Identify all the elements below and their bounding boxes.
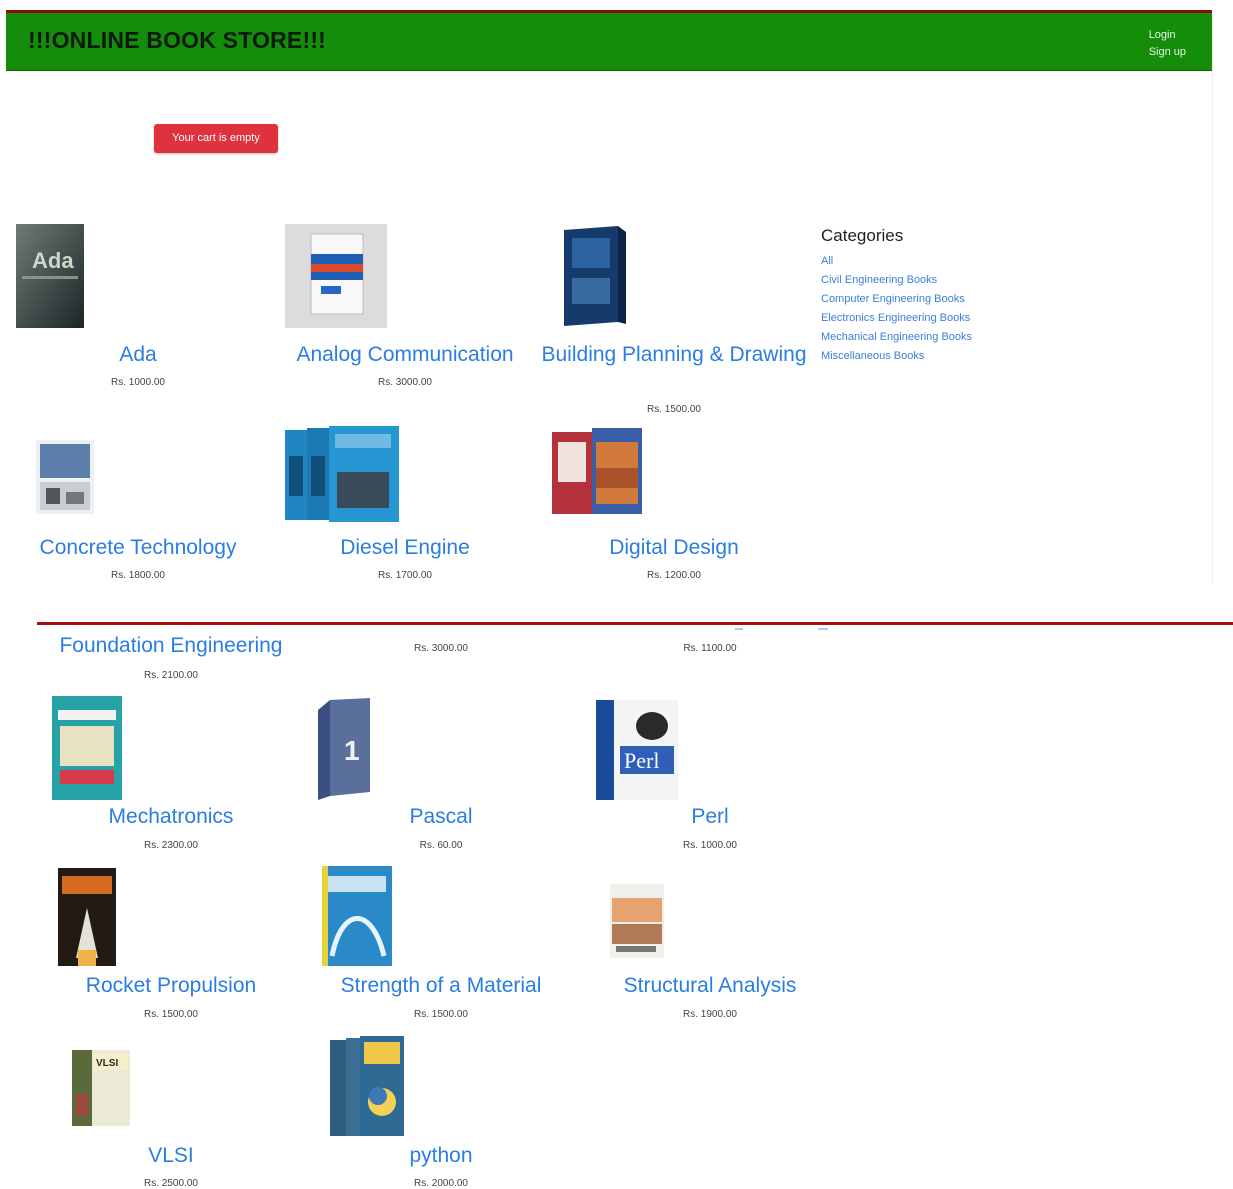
categories-heading: Categories [821, 226, 904, 245]
building-planning-cover-image[interactable] [560, 224, 634, 328]
digital-design-cover-image[interactable] [552, 428, 644, 518]
signup-link[interactable]: Sign up [1149, 44, 1186, 61]
book-card-rocket-propulsion[interactable]: Rocket Propulsion Rs. 1500.00 [36, 866, 306, 1026]
book-title[interactable]: VLSI [36, 1142, 306, 1169]
book-card-concrete-technology[interactable]: Concrete Technology Rs. 1800.00 [6, 420, 270, 581]
book-title[interactable]: Building Planning & Drawing [540, 341, 808, 368]
cut-off-title-fragment [735, 628, 743, 630]
book-card-python[interactable]: python Rs. 2000.00 [306, 1036, 576, 1189]
category-link-miscellaneous[interactable]: Miscellaneous Books [821, 347, 972, 366]
strength-of-material-cover-image[interactable] [322, 866, 392, 966]
concrete-technology-cover-image[interactable] [36, 440, 94, 514]
book-card-analog-communication[interactable]: Analog Communication Rs. 3000.00 [270, 224, 540, 394]
svg-text:1: 1 [344, 735, 360, 766]
category-link-computer[interactable]: Computer Engineering Books [821, 290, 972, 309]
book-title[interactable]: Structural Analysis [576, 972, 844, 999]
book-card-vlsi[interactable]: VLSI VLSI Rs. 2500.00 [36, 1036, 306, 1189]
perl-cover-image[interactable]: Perl [596, 700, 680, 800]
book-card-digital-design[interactable]: Digital Design Rs. 1200.00 [540, 420, 808, 581]
book-price: Rs. 1500.00 [144, 1009, 198, 1020]
svg-text:Perl: Perl [624, 748, 659, 773]
book-title[interactable]: Rocket Propulsion [36, 972, 306, 999]
book-card-strength-of-material[interactable]: Strength of a Material Rs. 1500.00 [306, 866, 576, 1026]
book-title[interactable]: Perl [576, 803, 844, 830]
book-card-cut-off[interactable]: Rs. 1100.00 [576, 632, 844, 684]
pascal-cover-image[interactable]: 1 [314, 696, 374, 800]
top-panel: !!!ONLINE BOOK STORE!!! Login Sign up Yo… [6, 10, 1213, 584]
book-card-diesel-engine[interactable]: Diesel Engine Rs. 1700.00 [270, 420, 540, 581]
login-link[interactable]: Login [1149, 27, 1186, 44]
book-price: Rs. 1200.00 [647, 570, 701, 581]
book-card-building-planning-drawing[interactable]: Building Planning & Drawing Rs. 1500.00 [540, 224, 808, 424]
book-title[interactable]: Concrete Technology [6, 534, 270, 561]
book-title[interactable]: Analog Communication [270, 341, 540, 368]
book-price: Rs. 1700.00 [378, 570, 432, 581]
book-price: Rs. 1500.00 [647, 404, 701, 415]
book-card-structural-analysis[interactable]: Structural Analysis Rs. 1900.00 [576, 866, 844, 1026]
ada-cover-image[interactable]: Ada [16, 224, 84, 328]
vlsi-cover-image[interactable]: VLSI [72, 1050, 130, 1126]
mechatronics-cover-image[interactable] [52, 696, 122, 800]
book-title[interactable]: Ada [6, 341, 270, 368]
book-price: Rs. 1500.00 [414, 1009, 468, 1020]
category-link-mechanical[interactable]: Mechanical Engineering Books [821, 328, 972, 347]
book-title[interactable]: Pascal [306, 803, 576, 830]
book-title[interactable]: Strength of a Material [306, 972, 576, 999]
book-title[interactable]: Digital Design [540, 534, 808, 561]
book-card-cut-off[interactable]: Rs. 3000.00 [306, 632, 576, 684]
diesel-engine-cover-image[interactable] [285, 426, 405, 522]
book-price: Rs. 1000.00 [111, 377, 165, 388]
svg-text:Ada: Ada [32, 248, 74, 273]
book-price: Rs. 3000.00 [414, 643, 468, 654]
book-price: Rs. 1800.00 [111, 570, 165, 581]
analog-communication-cover-image[interactable] [285, 224, 387, 328]
book-price: Rs. 1100.00 [683, 643, 737, 654]
book-price: Rs. 1000.00 [683, 840, 737, 851]
book-price: Rs. 2500.00 [144, 1178, 198, 1189]
book-card-perl[interactable]: Perl Perl Rs. 1000.00 [576, 696, 844, 856]
book-price: Rs. 2000.00 [414, 1178, 468, 1189]
category-link-electronics[interactable]: Electronics Engineering Books [821, 309, 972, 328]
book-price: Rs. 2300.00 [144, 840, 198, 851]
book-title[interactable]: Mechatronics [36, 803, 306, 830]
book-card-pascal[interactable]: 1 Pascal Rs. 60.00 [306, 696, 576, 856]
book-card-foundation-engineering[interactable]: Foundation Engineering Rs. 2100.00 [36, 632, 306, 684]
structural-analysis-cover-image[interactable] [610, 884, 664, 958]
rocket-propulsion-cover-image[interactable] [58, 868, 116, 966]
auth-links: Login Sign up [1149, 27, 1186, 61]
category-link-all[interactable]: All [821, 252, 972, 271]
book-title[interactable]: python [306, 1142, 576, 1169]
book-price: Rs. 1900.00 [683, 1009, 737, 1020]
category-link-civil[interactable]: Civil Engineering Books [821, 271, 972, 290]
navbar: !!!ONLINE BOOK STORE!!! Login Sign up [6, 10, 1212, 71]
book-card-mechatronics[interactable]: Mechatronics Rs. 2300.00 [36, 696, 306, 856]
section-divider [37, 622, 1233, 625]
brand-logo[interactable]: !!!ONLINE BOOK STORE!!! [28, 27, 326, 54]
book-card-ada[interactable]: Ada Ada Rs. 1000.00 [6, 224, 270, 394]
svg-text:VLSI: VLSI [96, 1058, 118, 1069]
cut-off-title-fragment [818, 628, 828, 630]
book-price: Rs. 3000.00 [378, 377, 432, 388]
book-price: Rs. 2100.00 [144, 670, 198, 681]
categories-panel: Categories All Civil Engineering Books C… [821, 226, 972, 366]
book-title[interactable]: Foundation Engineering [36, 632, 306, 659]
book-price: Rs. 60.00 [419, 840, 463, 851]
python-cover-image[interactable] [330, 1036, 406, 1138]
book-title[interactable]: Diesel Engine [270, 534, 540, 561]
cart-empty-badge[interactable]: Your cart is empty [154, 124, 278, 153]
